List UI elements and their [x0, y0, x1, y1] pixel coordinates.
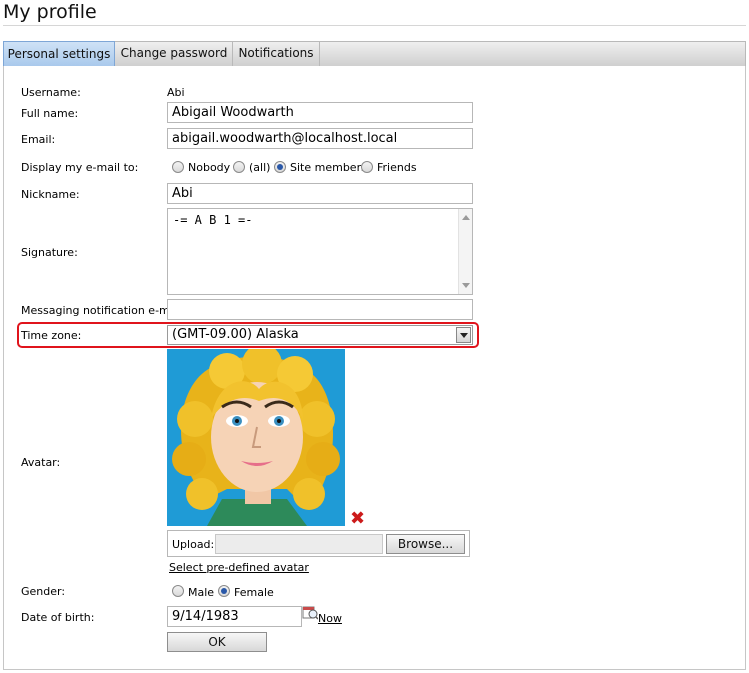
nickname-label: Nickname: — [21, 188, 80, 201]
tab-change-password[interactable]: Change password — [116, 42, 233, 66]
scroll-up-icon[interactable] — [462, 215, 470, 220]
radio-female-label[interactable]: Female — [234, 586, 274, 599]
avatar-label: Avatar: — [21, 456, 61, 469]
calendar-icon[interactable] — [302, 604, 318, 620]
dob-input[interactable]: 9/14/1983 — [167, 606, 302, 627]
radio-male-label[interactable]: Male — [188, 586, 214, 599]
radio-male[interactable] — [172, 585, 184, 597]
signature-scrollbar[interactable] — [458, 209, 472, 294]
avatar-image — [167, 349, 345, 526]
timezone-selected-value: (GMT-09.00) Alaska — [172, 327, 299, 342]
upload-box: Upload: Browse... — [167, 530, 470, 557]
tab-notifications[interactable]: Notifications — [233, 42, 320, 66]
timezone-label: Time zone: — [21, 329, 82, 342]
messaging-email-input[interactable] — [167, 299, 473, 320]
title-divider — [3, 25, 746, 26]
radio-friends[interactable] — [361, 161, 373, 173]
browse-button[interactable]: Browse... — [386, 534, 465, 554]
page-title: My profile — [3, 1, 97, 23]
now-link[interactable]: Now — [318, 612, 342, 625]
tab-bar: Personal settings Change password Notifi… — [3, 41, 746, 67]
username-value: Abi — [167, 86, 185, 99]
avatar-cartoon-icon — [167, 349, 345, 526]
delete-avatar-icon[interactable]: ✖ — [350, 510, 368, 528]
radio-all[interactable] — [233, 161, 245, 173]
timezone-select[interactable]: (GMT-09.00) Alaska — [167, 325, 473, 345]
signature-label: Signature: — [21, 246, 78, 259]
radio-nobody-label[interactable]: Nobody — [188, 161, 230, 174]
dob-label: Date of birth: — [21, 611, 95, 624]
radio-female[interactable] — [218, 585, 230, 597]
email-input[interactable]: abigail.woodwarth@localhost.local — [167, 128, 473, 149]
tab-personal-settings[interactable]: Personal settings — [3, 41, 115, 67]
chevron-down-icon[interactable] — [456, 327, 471, 343]
fullname-input[interactable]: Abigail Woodwarth — [167, 102, 473, 123]
signature-text: -= A B 1 =- — [173, 213, 253, 227]
predefined-avatar-link[interactable]: Select pre-defined avatar — [169, 561, 309, 574]
messaging-email-label: Messaging notification e-mail: — [21, 304, 187, 317]
signature-textarea[interactable]: -= A B 1 =- — [167, 208, 473, 295]
upload-path-input[interactable] — [215, 534, 383, 554]
gender-label: Gender: — [21, 585, 66, 598]
nickname-input[interactable]: Abi — [167, 183, 473, 204]
ok-button[interactable]: OK — [167, 632, 267, 652]
radio-friends-label[interactable]: Friends — [377, 161, 417, 174]
upload-label: Upload: — [172, 538, 215, 551]
radio-nobody[interactable] — [172, 161, 184, 173]
display-email-label: Display my e-mail to: — [21, 161, 139, 174]
radio-site-members[interactable] — [274, 161, 286, 173]
username-label: Username: — [21, 86, 81, 99]
radio-all-label[interactable]: (all) — [249, 161, 270, 174]
scroll-down-icon[interactable] — [462, 283, 470, 288]
personal-settings-panel — [3, 66, 746, 670]
fullname-label: Full name: — [21, 107, 79, 120]
email-label: Email: — [21, 133, 56, 146]
radio-site-members-label[interactable]: Site members — [290, 161, 367, 174]
